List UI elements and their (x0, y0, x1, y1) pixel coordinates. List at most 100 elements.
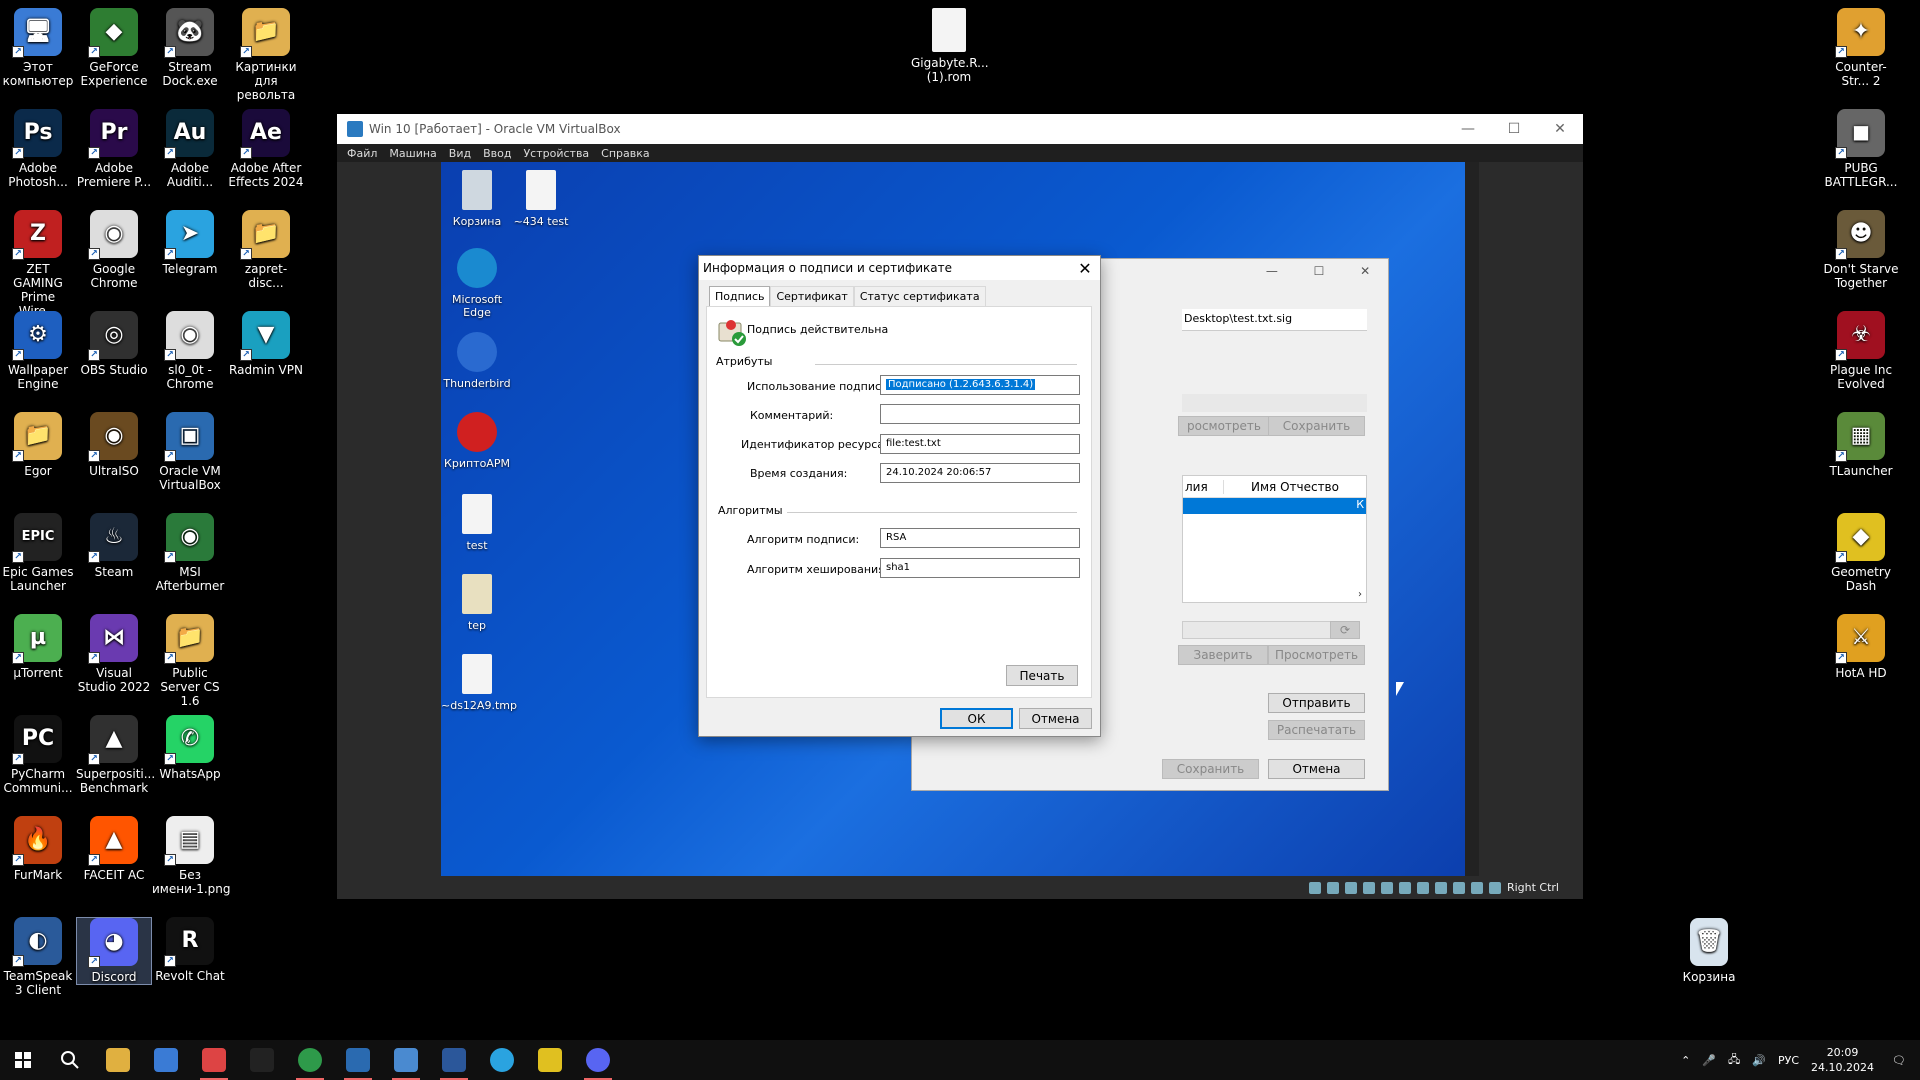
network-icon[interactable]: 🖧 (1728, 1051, 1740, 1070)
desktop-icon[interactable]: 📁 ↗ Egor (0, 412, 76, 478)
guest-desktop-icon[interactable]: test (441, 492, 513, 552)
word-icon[interactable] (430, 1040, 478, 1080)
minimize-icon[interactable]: — (1445, 121, 1491, 137)
desktop-icon[interactable]: ◐ ↗ TeamSpeak 3 Client (0, 917, 76, 997)
keyboard-icon[interactable] (1488, 881, 1501, 894)
desktop-icon[interactable]: ◕ ↗ Discord (76, 917, 152, 985)
desktop-icon[interactable]: ✦ ↗ Counter-Str... 2 (1823, 8, 1899, 88)
save-button-2[interactable]: Сохранить (1162, 759, 1259, 779)
audio-icon[interactable] (1344, 881, 1357, 894)
table-row[interactable]: К (1183, 498, 1366, 514)
desktop-icon[interactable]: ▦ ↗ TLauncher (1823, 412, 1899, 478)
desktop-icon[interactable]: Ae ↗ Adobe After Effects 2024 (228, 109, 304, 189)
close-icon[interactable]: ✕ (1070, 259, 1100, 278)
guest-desktop-icon[interactable]: Microsoft Edge (441, 246, 513, 319)
guest-desktop-icon[interactable]: Корзина (441, 168, 513, 228)
desktop-icon[interactable]: ♨ ↗ Steam (76, 513, 152, 579)
print-button[interactable]: Печать (1006, 665, 1078, 686)
column-header[interactable]: Имя Отчество (1223, 479, 1366, 494)
virtualbox-icon[interactable] (334, 1040, 382, 1080)
guest-desktop-icon[interactable]: КриптоАРМ (441, 410, 513, 470)
hdd-icon[interactable] (1308, 881, 1321, 894)
desktop-icon[interactable]: ▲ ↗ FACEIT AC (76, 816, 152, 882)
desktop-icon[interactable]: 📁 ↗ zapret-disc... (228, 210, 304, 290)
desktop-icon[interactable]: R ↗ Revolt Chat (152, 917, 228, 983)
desktop-icon[interactable]: ☻ ↗ Don't Starve Together (1823, 210, 1899, 290)
refresh-icon[interactable]: ⟳ (1330, 621, 1360, 639)
tab-certificate-status[interactable]: Статус сертификата (853, 286, 986, 306)
desktop-icon-gigabyte-rom[interactable]: Gigabyte.R... (1).rom (911, 8, 989, 84)
volume-icon[interactable]: 🔊 (1752, 1054, 1766, 1067)
menu-item[interactable]: Ввод (483, 147, 511, 160)
vbox-scrollbar[interactable] (1465, 162, 1479, 876)
hash-algorithm-field[interactable]: sha1 (880, 558, 1080, 578)
scroll-right-icon[interactable]: › (1358, 589, 1362, 600)
desktop-icon[interactable]: PC ↗ PyCharm Communi... (0, 715, 76, 795)
ok-button[interactable]: ОК (940, 708, 1013, 729)
comment-field[interactable] (880, 404, 1080, 424)
view-button-2[interactable]: Просмотреть (1268, 645, 1365, 665)
column-header[interactable]: лия (1183, 480, 1223, 494)
resource-id-field[interactable]: file:test.txt (880, 434, 1080, 454)
tab-certificate[interactable]: Сертификат (770, 286, 854, 306)
virtualbox-vm-icon[interactable] (382, 1040, 430, 1080)
menu-item[interactable]: Машина (389, 147, 436, 160)
view-button[interactable]: росмотреть (1178, 416, 1270, 436)
recording-icon[interactable] (1434, 881, 1447, 894)
guest-desktop-icon[interactable]: ~434 test (505, 168, 577, 228)
close-icon[interactable]: ✕ (1537, 121, 1583, 137)
network-icon[interactable] (1362, 881, 1375, 894)
desktop-icon[interactable]: ✆ ↗ WhatsApp (152, 715, 228, 781)
headphones-icon[interactable] (526, 1040, 574, 1080)
guest-desktop-icon[interactable]: Thunderbird (441, 330, 513, 390)
desktop-icon[interactable]: 🖥 ↗ Этот компьютер (0, 8, 76, 88)
desktop-icon[interactable]: 📁 ↗ Public Server CS 1.6 (152, 614, 228, 708)
desktop-icon[interactable]: ☣ ↗ Plague Inc Evolved (1823, 311, 1899, 391)
discord-icon[interactable] (574, 1040, 622, 1080)
desktop-icon[interactable]: Au ↗ Adobe Auditi... (152, 109, 228, 189)
creation-time-field[interactable]: 24.10.2024 20:06:57 (880, 463, 1080, 483)
dialog-titlebar[interactable]: Информация о подписи и сертификате ✕ (699, 256, 1100, 280)
notifications-icon[interactable]: 🗨 (1892, 1054, 1906, 1067)
desktop-icon[interactable]: ➤ ↗ Telegram (152, 210, 228, 276)
desktop-icon[interactable]: ◎ ↗ OBS Studio (76, 311, 152, 377)
signature-usage-field[interactable]: Подписано (1.2.643.6.3.1.4) (880, 375, 1080, 395)
desktop-icon[interactable]: ◼ ↗ PUBG BATTLEGR... (1823, 109, 1899, 189)
path-field[interactable]: Desktop\test.txt.sig (1182, 309, 1367, 331)
desktop-icon[interactable]: ▼ ↗ Radmin VPN (228, 311, 304, 377)
cd-icon[interactable] (1326, 881, 1339, 894)
desktop-icon[interactable]: ◆ ↗ GeForce Experience (76, 8, 152, 88)
cancel-button[interactable]: Отмена (1268, 759, 1365, 779)
mouse-integration-icon[interactable] (1470, 881, 1483, 894)
shared-folder-icon[interactable] (1398, 881, 1411, 894)
guest-desktop-icon[interactable]: tep (441, 572, 513, 632)
save-button[interactable]: Сохранить (1268, 416, 1365, 436)
signers-table[interactable]: лия Имя Отчество К › (1182, 475, 1367, 603)
desktop-icon[interactable]: Z↗ZET GAMING Prime Wire... (0, 210, 76, 318)
menu-item[interactable]: Файл (347, 147, 377, 160)
desktop-icon[interactable]: 🔥 ↗ FurMark (0, 816, 76, 882)
app-icon[interactable] (142, 1040, 190, 1080)
desktop-icon[interactable]: ▣ ↗ Oracle VM VirtualBox (152, 412, 228, 492)
desktop-icon[interactable]: Ps ↗ Adobe Photosh... (0, 109, 76, 189)
desktop-icon[interactable]: Pr ↗ Adobe Premiere P... (76, 109, 152, 189)
search-icon[interactable] (46, 1040, 94, 1080)
desktop-icon[interactable]: EPIC ↗ Epic Games Launcher (0, 513, 76, 593)
menu-item[interactable]: Вид (449, 147, 471, 160)
chevron-up-icon[interactable]: ⌃ (1681, 1054, 1690, 1067)
display-icon[interactable] (1416, 881, 1429, 894)
signature-info-dialog[interactable]: Информация о подписи и сертификате ✕ Под… (698, 255, 1101, 737)
desktop-icon[interactable]: 🐼 ↗ Stream Dock.exe (152, 8, 228, 88)
desktop-icon[interactable]: ◉ ↗ UltraISO (76, 412, 152, 478)
microphone-icon[interactable]: 🎤 (1702, 1054, 1716, 1067)
desktop-icon[interactable]: 📁 ↗ Картинки для револьта (228, 8, 304, 102)
desktop-icon[interactable]: ◉ ↗ MSI Afterburner (152, 513, 228, 593)
desktop-icon[interactable]: ▤ ↗ Без имени-1.png (152, 816, 231, 896)
cryptoarm-taskbar-icon[interactable] (190, 1040, 238, 1080)
desktop-icon-recycle-bin[interactable]: 🗑 Корзина (1671, 918, 1747, 984)
tab-signature[interactable]: Подпись (709, 286, 771, 306)
telegram-icon[interactable] (478, 1040, 526, 1080)
desktop-icon[interactable]: ⚔ ↗ HotA HD (1823, 614, 1899, 680)
certify-button[interactable]: Заверить (1178, 645, 1268, 665)
minimize-icon[interactable]: — (1266, 264, 1278, 278)
